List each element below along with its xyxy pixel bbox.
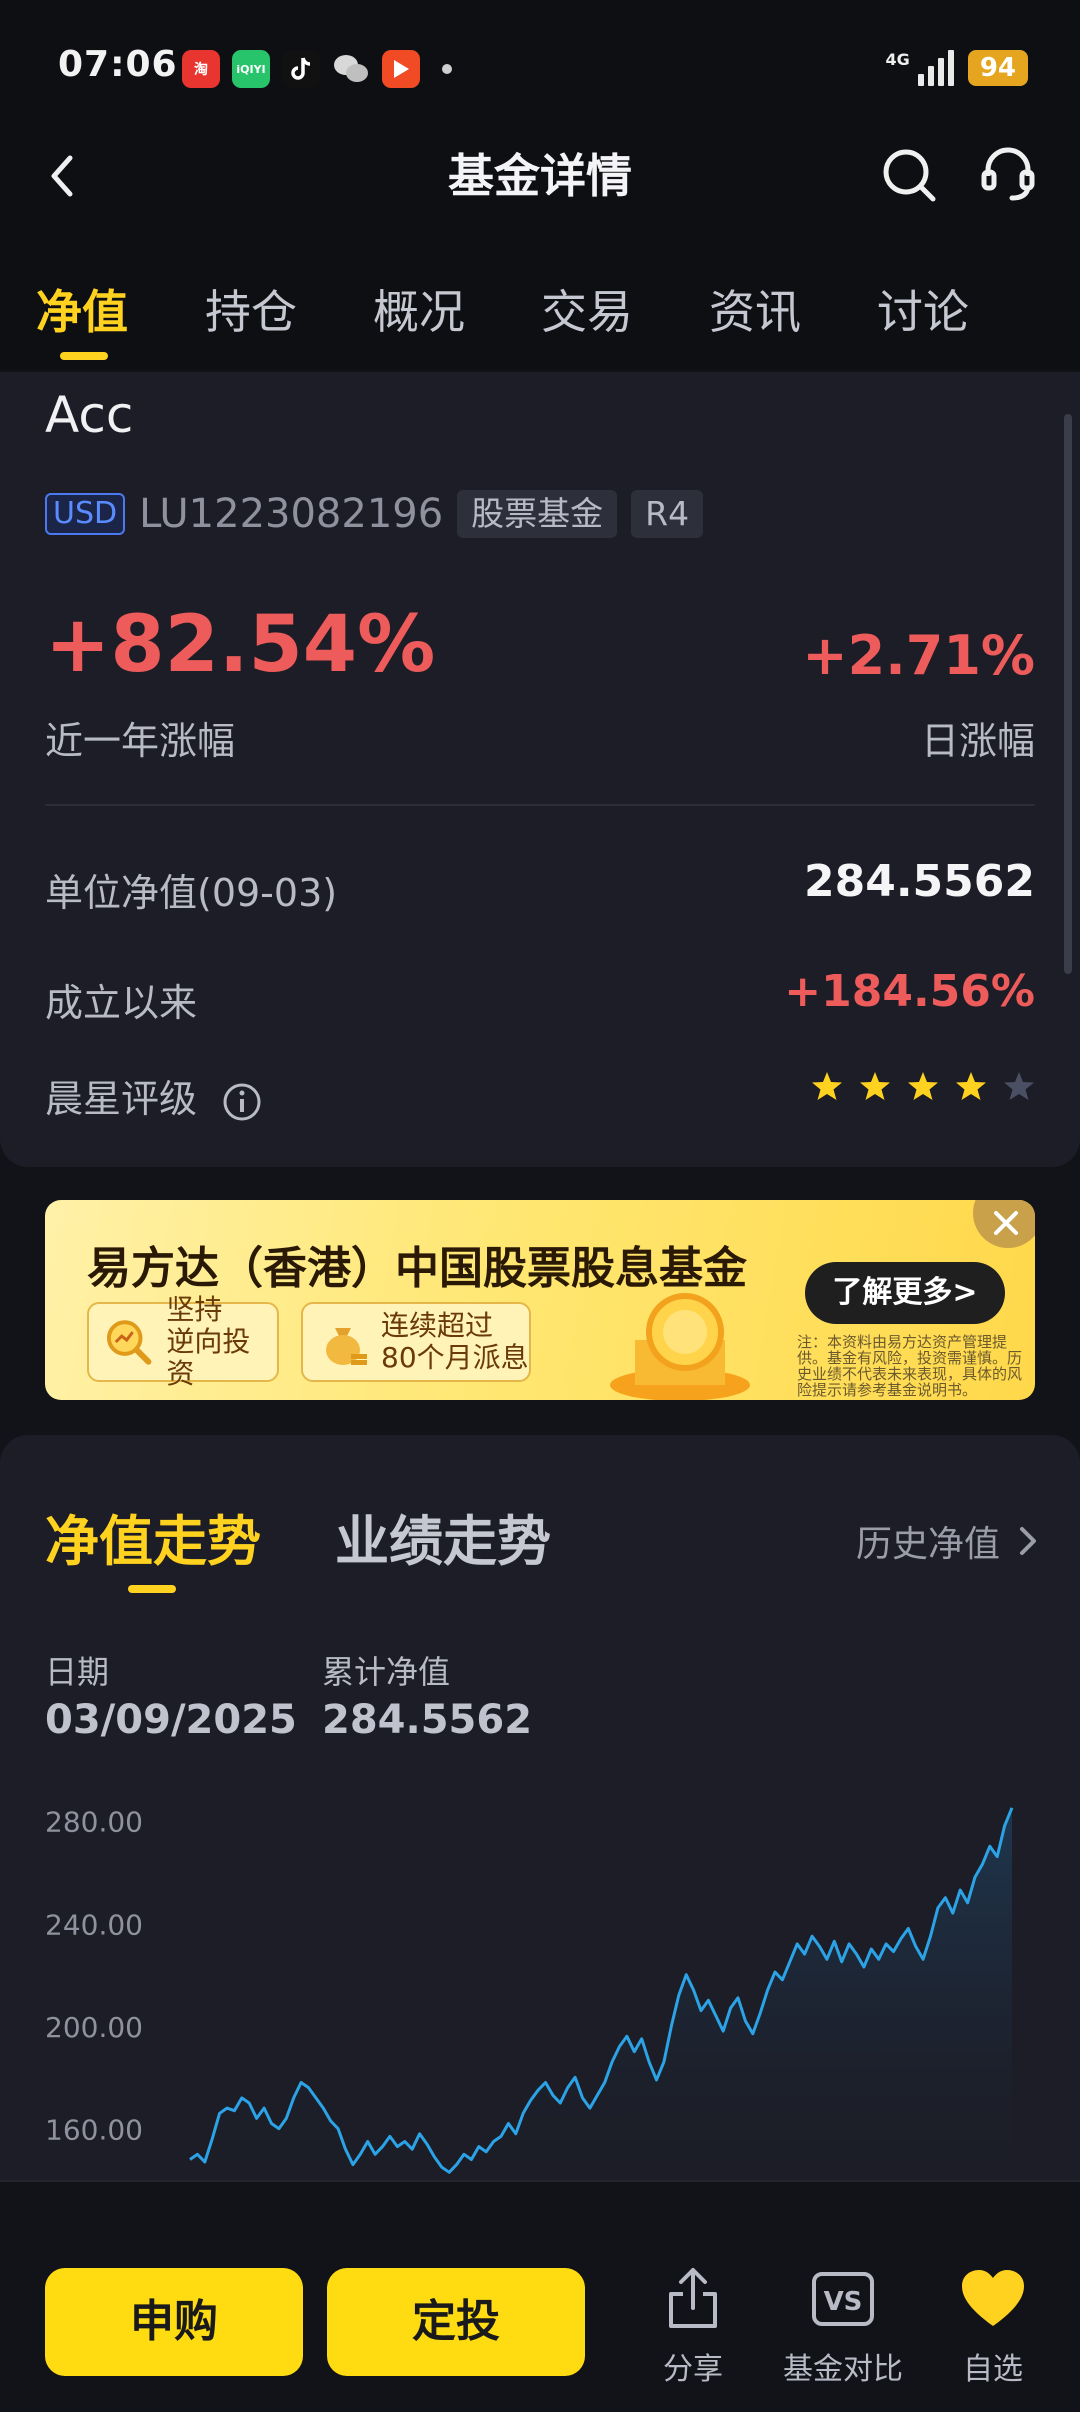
history-nav-link[interactable]: 历史净值 xyxy=(856,1515,1050,1567)
star-filled-icon xyxy=(812,1072,842,1100)
watchlist-label: 自选 xyxy=(963,2352,1023,2387)
share-button[interactable]: 分享 xyxy=(618,2264,768,2388)
year-change-label: 近一年涨幅 xyxy=(45,719,236,763)
signal-icon xyxy=(917,50,954,86)
y-tick-label: 200.00 xyxy=(45,2011,143,2044)
currency-badge: USD xyxy=(45,493,126,535)
status-time: 07:06 xyxy=(58,44,178,85)
rating-stars xyxy=(811,1070,1035,1102)
tab-active-indicator xyxy=(60,352,108,360)
magnifier-chart-icon xyxy=(106,1320,152,1365)
star-filled-icon xyxy=(860,1072,890,1100)
more-notifications-dot xyxy=(442,64,452,74)
svg-text:VS: VS xyxy=(824,2287,863,2317)
status-indicators: 4G 94 xyxy=(886,50,1028,86)
learn-more-button[interactable]: 了解更多> xyxy=(805,1262,1005,1324)
network-type: 4G xyxy=(885,50,910,69)
status-bar: 07:06 淘 iQIYI 4G 94 xyxy=(0,0,1080,130)
nav-area-fill xyxy=(190,1807,1012,2180)
regular-invest-button[interactable]: 定投 xyxy=(327,2268,585,2376)
banner-disclaimer: 注：本资料由易方达资产管理提供。基金有风险，投资需谨慎。历史业绩不代表未来表现，… xyxy=(797,1333,1023,1399)
chevron-right-icon xyxy=(1020,1527,1036,1555)
day-change-value: +2.71% xyxy=(802,624,1035,687)
divider xyxy=(45,804,1035,806)
battery-icon: 94 xyxy=(967,50,1028,86)
tab-overview[interactable]: 概况 xyxy=(373,276,465,342)
morningstar-rating-row: 晨星评级 xyxy=(45,1068,263,1123)
fund-summary-card: Acc USD LU1223082196 股票基金 R4 +82.54% +2.… xyxy=(0,372,1080,1167)
tab-nav-trend[interactable]: 净值走势 xyxy=(45,1497,261,1576)
trend-tab-indicator xyxy=(128,1585,176,1593)
status-app-icons: 淘 iQIYI xyxy=(182,50,452,88)
y-tick-label: 160.00 xyxy=(45,2114,143,2147)
subscribe-button[interactable]: 申购 xyxy=(45,2268,303,2376)
nav-label: 单位净值(09-03) xyxy=(45,871,338,915)
tiktok-app-icon xyxy=(282,50,320,88)
morningstar-rating-label: 晨星评级 xyxy=(45,1077,198,1121)
share-label: 分享 xyxy=(663,2352,723,2387)
y-tick-label: 240.00 xyxy=(45,1908,143,1941)
fund-share-class: Acc xyxy=(45,386,134,444)
nav-trend-chart[interactable]: 280.00 240.00 200.00 160.00 xyxy=(0,1795,1080,2180)
tab-discussion[interactable]: 讨论 xyxy=(877,276,969,342)
fund-type-badge: 股票基金 xyxy=(457,490,618,538)
feature2-line1: 连续超过 xyxy=(381,1309,494,1342)
fund-tags: USD LU1223082196 股票基金 R4 xyxy=(45,490,704,538)
tab-nav[interactable]: 净值 xyxy=(36,276,128,342)
trend-card: 净值走势 业绩走势 历史净值 日期 03/09/2025 累计净值 284.55… xyxy=(0,1435,1080,2180)
fund-code: LU1223082196 xyxy=(139,491,444,537)
since-inception-value: +184.56% xyxy=(784,966,1035,1017)
iqiyi-app-icon: iQIYI xyxy=(232,50,270,88)
risk-level-badge: R4 xyxy=(631,490,704,538)
feature1-line2: 逆向投资 xyxy=(166,1325,251,1390)
search-icon[interactable] xyxy=(878,144,940,206)
day-change-label: 日涨幅 xyxy=(920,719,1035,763)
bottom-action-bar: 申购 定投 分享 VS 基金对比 自选 xyxy=(0,2180,1080,2412)
heart-icon xyxy=(962,2270,1024,2326)
promo-banner[interactable]: 易方达（香港）中国股票股息基金 坚持 逆向投资 连续超过 80个月派息 了解更多… xyxy=(45,1200,1035,1400)
date-value: 03/09/2025 xyxy=(45,1697,297,1743)
vs-compare-icon: VS xyxy=(812,2272,874,2326)
tab-performance-trend[interactable]: 业绩走势 xyxy=(335,1497,551,1576)
banner-close-button[interactable] xyxy=(973,1200,1035,1248)
watchlist-button[interactable]: 自选 xyxy=(918,2264,1068,2388)
cumulative-nav-value: 284.5562 xyxy=(322,1697,533,1743)
star-filled-icon xyxy=(908,1072,938,1100)
customer-service-icon[interactable] xyxy=(976,142,1040,206)
fund-tabs: 净值 持仓 概况 交易 资讯 讨论 xyxy=(0,240,1080,370)
feature1-line1: 坚持 xyxy=(166,1293,223,1326)
since-inception-label: 成立以来 xyxy=(45,981,198,1025)
video-app-icon xyxy=(382,50,420,88)
tab-trade[interactable]: 交易 xyxy=(541,276,633,342)
star-empty-icon xyxy=(1004,1072,1034,1100)
nav-bar: 基金详情 xyxy=(0,130,1080,240)
info-icon[interactable] xyxy=(221,1081,263,1123)
history-nav-label: 历史净值 xyxy=(855,1524,1000,1565)
scrollbar[interactable] xyxy=(1064,414,1072,974)
close-icon xyxy=(994,1211,1018,1235)
date-label: 日期 xyxy=(45,1653,110,1691)
tab-holdings[interactable]: 持仓 xyxy=(205,276,297,342)
share-icon xyxy=(669,2268,717,2328)
banner-feature-contrarian: 坚持 逆向投资 xyxy=(87,1294,279,1390)
y-tick-label: 280.00 xyxy=(45,1806,143,1839)
gold-coin-icon xyxy=(610,1293,750,1400)
money-bag-icon xyxy=(326,1328,367,1365)
cumulative-nav-label: 累计净值 xyxy=(322,1653,451,1691)
star-filled-icon xyxy=(956,1072,986,1100)
banner-feature-dividend: 连续超过 80个月派息 xyxy=(301,1302,531,1382)
taobao-app-icon: 淘 xyxy=(182,50,220,88)
nav-value: 284.5562 xyxy=(803,856,1035,907)
tab-news[interactable]: 资讯 xyxy=(709,276,801,342)
year-change-value: +82.54% xyxy=(45,600,436,690)
wechat-app-icon xyxy=(332,50,370,88)
fund-compare-button[interactable]: VS 基金对比 xyxy=(768,2264,918,2388)
feature2-line2: 80个月派息 xyxy=(381,1341,529,1374)
fund-compare-label: 基金对比 xyxy=(783,2352,903,2387)
